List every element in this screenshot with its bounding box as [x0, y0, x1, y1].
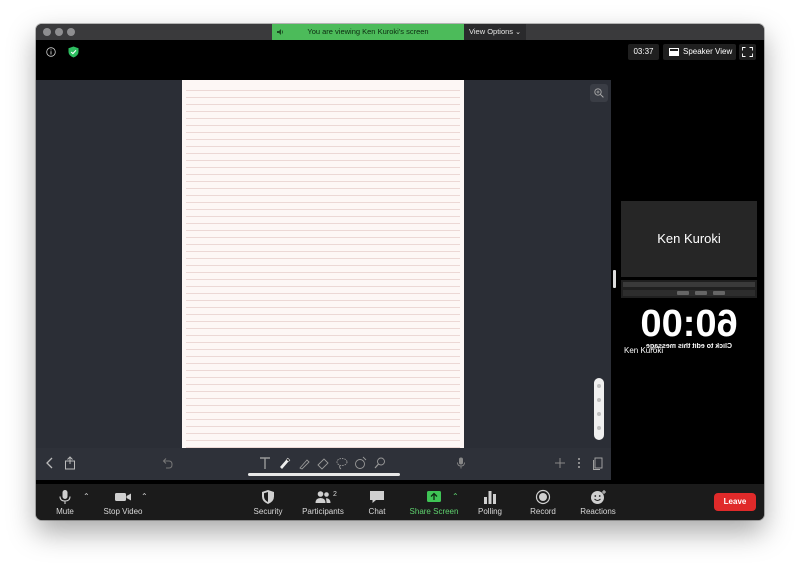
zoom-window-button[interactable]	[67, 28, 75, 36]
lined-notebook-page	[182, 80, 464, 448]
thumbnail-button	[695, 291, 707, 295]
stop-video-label: Stop Video	[103, 507, 143, 516]
security-button[interactable]: Security	[250, 484, 286, 520]
thumbnail-button	[677, 291, 689, 295]
record-label: Record	[530, 507, 556, 516]
share-screen-icon	[427, 491, 441, 502]
microphone-dictation-icon[interactable]	[454, 456, 468, 470]
scroll-dot	[597, 412, 601, 416]
chevron-left-icon[interactable]	[43, 456, 57, 470]
pages-icon[interactable]	[591, 456, 605, 470]
share-screen-label: Share Screen	[409, 507, 459, 516]
pencil-tool-icon[interactable]	[297, 456, 311, 470]
view-options-button[interactable]: View Options ⌄	[464, 24, 526, 40]
share-options-chevron-icon[interactable]: ⌃	[452, 493, 460, 501]
record-icon	[535, 489, 551, 505]
reactions-button[interactable]: Reactions	[576, 484, 620, 520]
audio-options-chevron-icon[interactable]: ⌃	[83, 493, 91, 501]
chat-button[interactable]: Chat	[362, 484, 392, 520]
share-icon[interactable]	[63, 456, 77, 470]
audio-speaker-icon	[277, 29, 283, 35]
shapes-tool-icon[interactable]	[354, 456, 368, 470]
pen-tool-icon[interactable]	[277, 456, 291, 470]
meeting-controls-bar: Mute ⌃ Stop Video ⌃ Security Participant…	[36, 484, 764, 520]
chevron-down-icon: ⌄	[515, 29, 522, 36]
mute-button[interactable]: Mute	[46, 484, 84, 520]
reactions-smiley-icon	[591, 490, 606, 504]
reactions-label: Reactions	[580, 507, 616, 516]
share-screen-button[interactable]: Share Screen	[406, 484, 462, 520]
text-tool-icon[interactable]	[258, 456, 272, 470]
chat-bubble-icon	[370, 491, 384, 503]
zoom-window: You are viewing Ken Kuroki's screen View…	[36, 24, 764, 520]
scroll-dot	[597, 398, 601, 402]
participants-count-badge: 2	[333, 491, 337, 498]
lasso-tool-icon[interactable]	[335, 456, 349, 470]
screen-share-banner-text: You are viewing Ken Kuroki's screen	[307, 27, 429, 36]
highlighter-tool-icon[interactable]	[373, 456, 387, 470]
title-bar: You are viewing Ken Kuroki's screen View…	[36, 24, 764, 40]
microphone-icon	[59, 490, 71, 504]
meeting-timer: 03:37	[628, 44, 659, 60]
mirrored-timer-text: 60:00	[640, 303, 738, 345]
speaker-view-icon	[669, 48, 679, 56]
mirrored-browser-thumbnail	[621, 280, 757, 298]
security-label: Security	[253, 507, 283, 516]
more-options-icon[interactable]	[572, 456, 586, 470]
info-icon[interactable]	[46, 47, 56, 57]
undo-icon[interactable]	[160, 456, 174, 470]
polling-button[interactable]: Polling	[472, 484, 508, 520]
screen-share-banner: You are viewing Ken Kuroki's screen	[272, 24, 464, 40]
security-shield-icon	[262, 490, 274, 504]
thumbnail-button	[713, 291, 725, 295]
shared-screen-view[interactable]	[36, 80, 611, 480]
participant-video-tile[interactable]: Ken Kuroki	[621, 201, 757, 277]
scroll-dot	[597, 426, 601, 430]
minimize-window-button[interactable]	[55, 28, 63, 36]
participants-icon	[315, 491, 331, 503]
add-icon[interactable]	[553, 456, 567, 470]
mute-label: Mute	[56, 507, 74, 516]
zoom-in-button[interactable]	[590, 84, 608, 102]
close-window-button[interactable]	[43, 28, 51, 36]
participant-name-label: Ken Kuroki	[624, 346, 664, 355]
scroll-dot	[597, 384, 601, 388]
leave-meeting-button[interactable]: Leave	[714, 493, 756, 511]
view-options-label: View Options	[468, 27, 514, 36]
panel-resize-handle[interactable]	[613, 270, 616, 288]
meeting-top-bar: 03:37 Speaker View	[36, 40, 764, 64]
participants-label: Participants	[302, 507, 344, 516]
encryption-shield-icon[interactable]	[68, 46, 79, 58]
fullscreen-button[interactable]	[739, 44, 756, 60]
fullscreen-icon	[742, 47, 753, 57]
page-scroll-pill[interactable]	[594, 378, 604, 440]
chat-label: Chat	[368, 507, 386, 516]
mirrored-timer-view: 60:00 Click to edit this message	[621, 302, 757, 352]
polling-label: Polling	[477, 507, 502, 516]
participants-button[interactable]: Participants	[298, 484, 348, 520]
polling-bar-chart-icon	[484, 491, 496, 504]
stop-video-button[interactable]: Stop Video	[102, 484, 144, 520]
magnifier-plus-icon	[594, 88, 604, 98]
video-camera-icon	[115, 493, 131, 501]
participant-name: Ken Kuroki	[657, 231, 721, 246]
record-button[interactable]: Record	[526, 484, 560, 520]
speaker-view-label: Speaker View	[683, 47, 733, 56]
thumbnail-tab-bar	[623, 282, 755, 287]
thumbnail-address-bar	[623, 290, 755, 296]
eraser-tool-icon[interactable]	[316, 456, 330, 470]
video-options-chevron-icon[interactable]: ⌃	[141, 493, 149, 501]
ipad-home-indicator	[248, 473, 400, 476]
speaker-view-button[interactable]: Speaker View	[663, 44, 736, 60]
